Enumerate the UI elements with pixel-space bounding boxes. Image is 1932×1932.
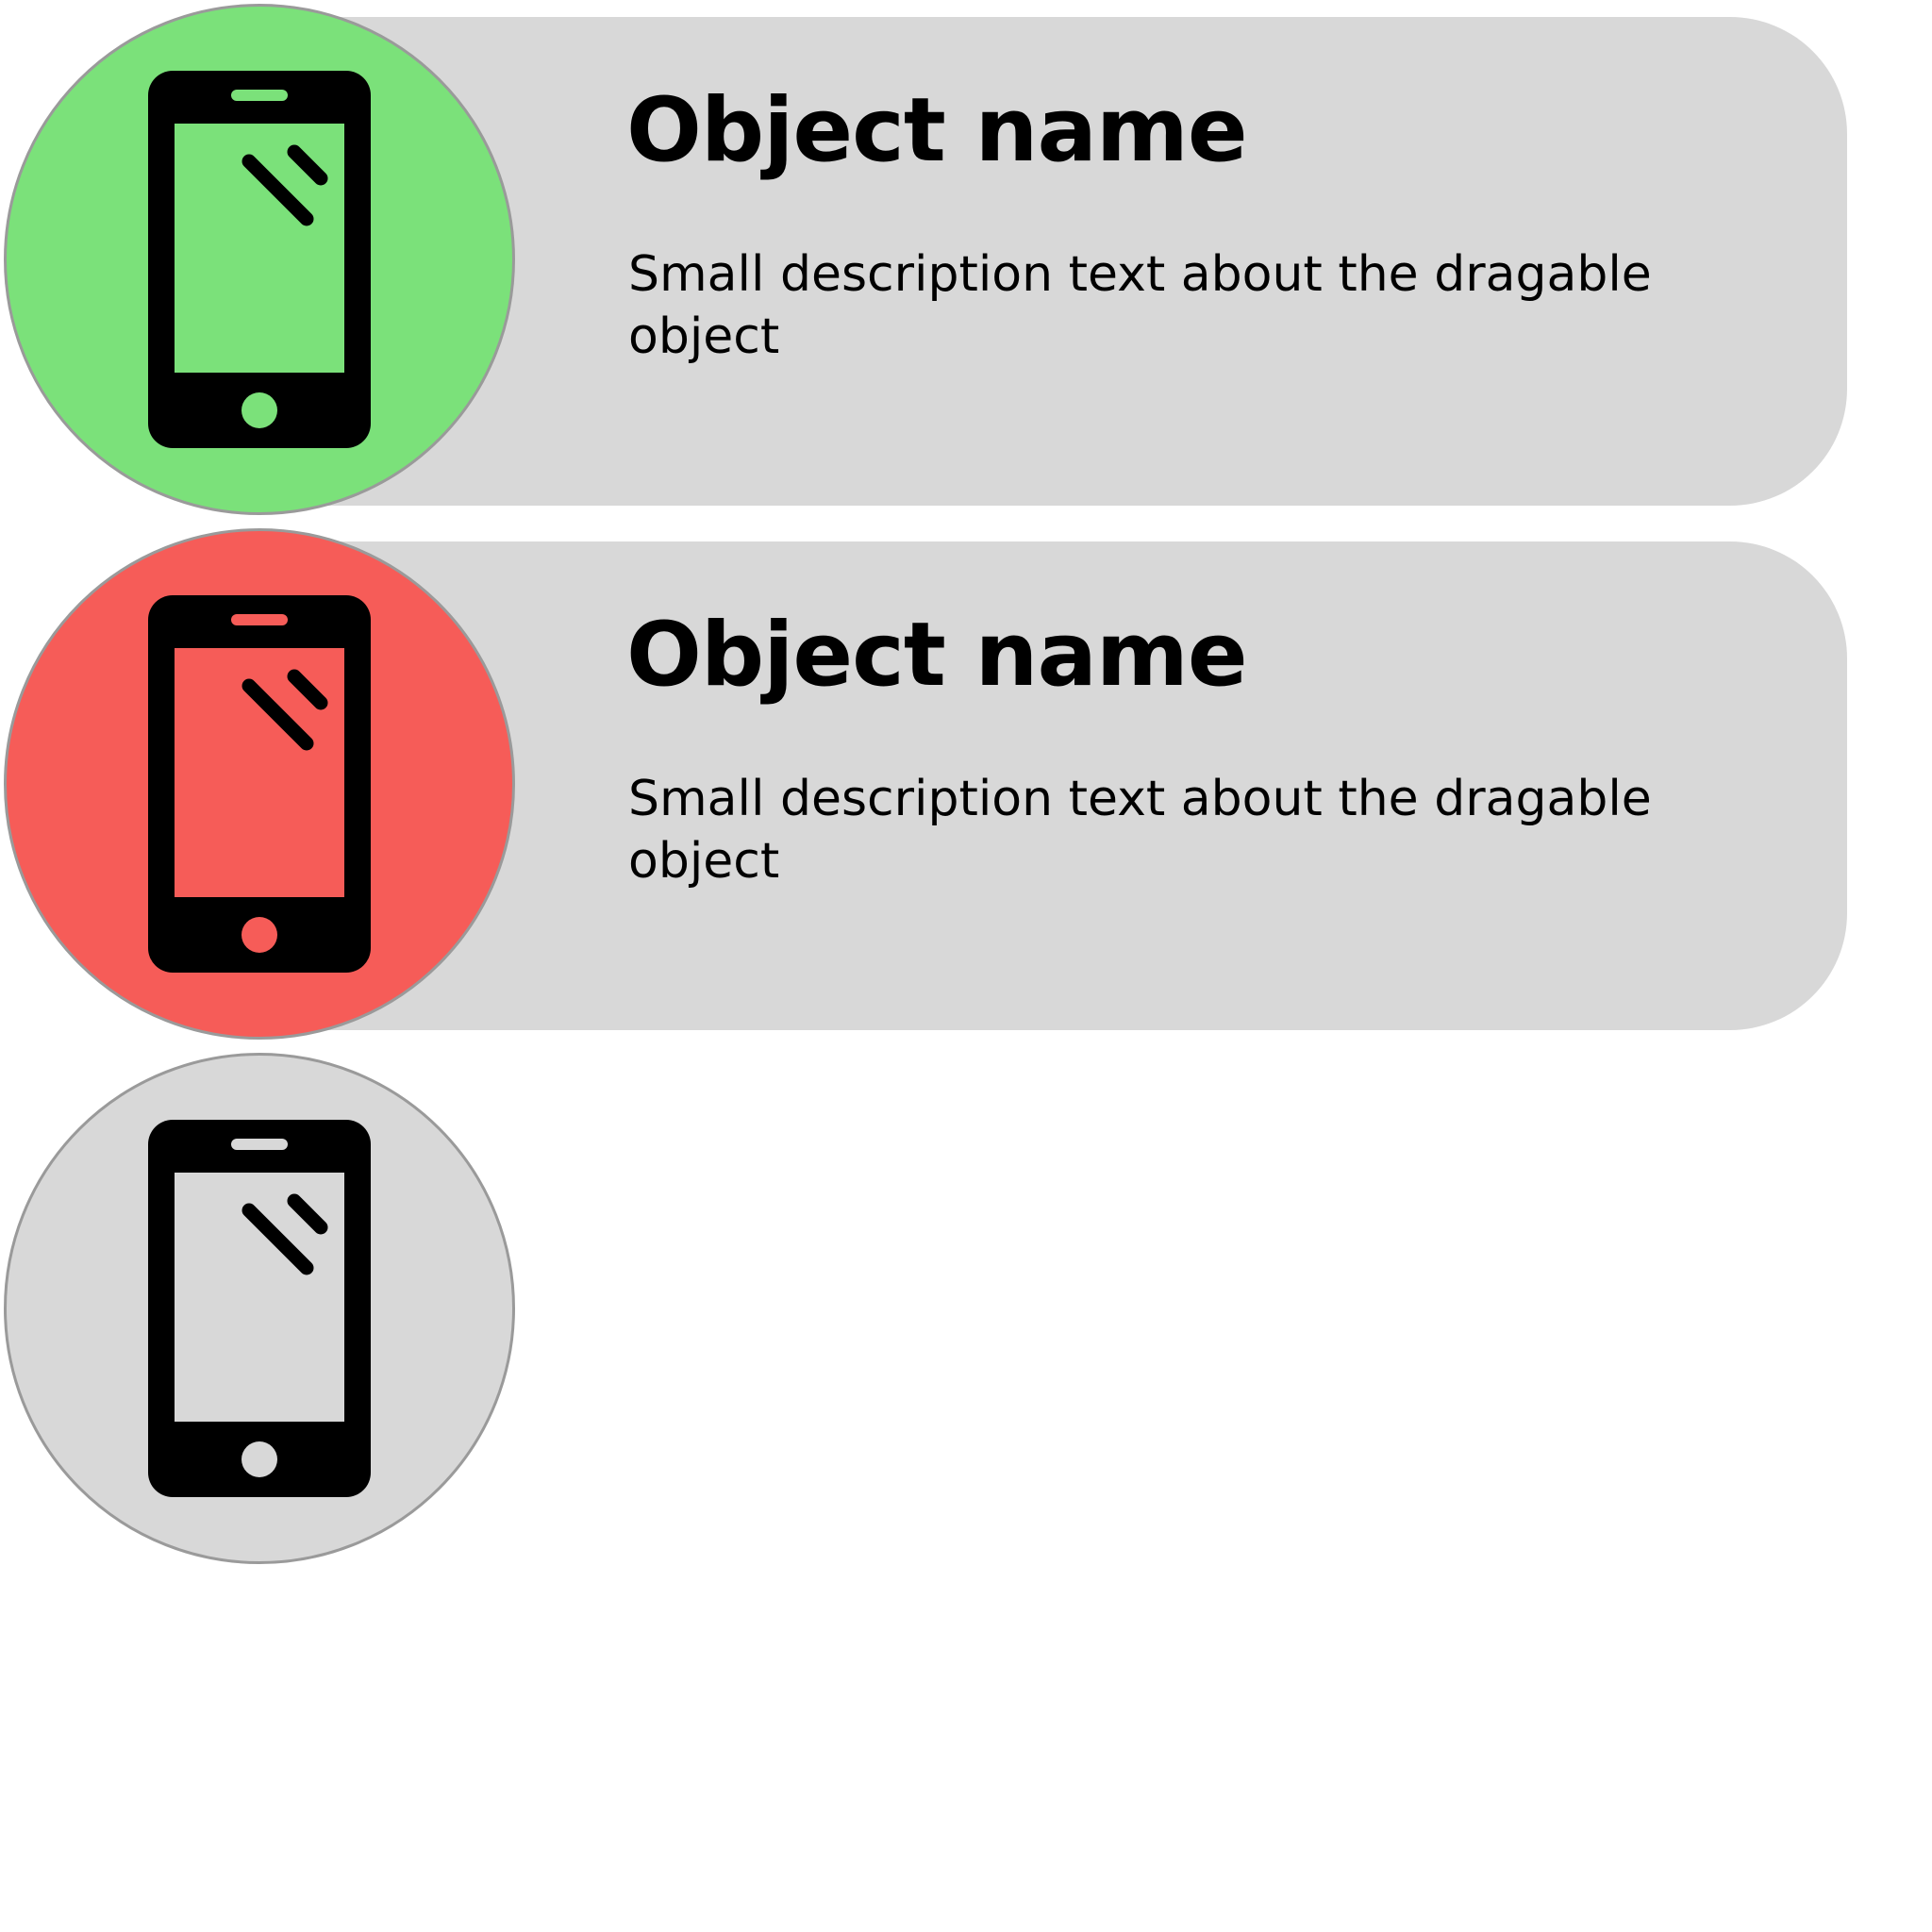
smartphone-icon (148, 71, 371, 448)
draggable-object-card-success[interactable]: Object name Small description text about… (4, 4, 1851, 519)
smartphone-icon (148, 595, 371, 973)
object-title: Object name (626, 79, 1248, 182)
draggable-object-card-neutral[interactable] (4, 1053, 1851, 1568)
status-circle-error[interactable] (4, 528, 515, 1040)
status-circle-success[interactable] (4, 4, 515, 515)
smartphone-icon (148, 1120, 371, 1497)
object-title: Object name (626, 604, 1248, 707)
status-circle-neutral[interactable] (4, 1053, 515, 1564)
draggable-object-card-error[interactable]: Object name Small description text about… (4, 528, 1851, 1043)
object-description: Small description text about the dragabl… (628, 771, 1652, 890)
object-description: Small description text about the dragabl… (628, 246, 1652, 365)
